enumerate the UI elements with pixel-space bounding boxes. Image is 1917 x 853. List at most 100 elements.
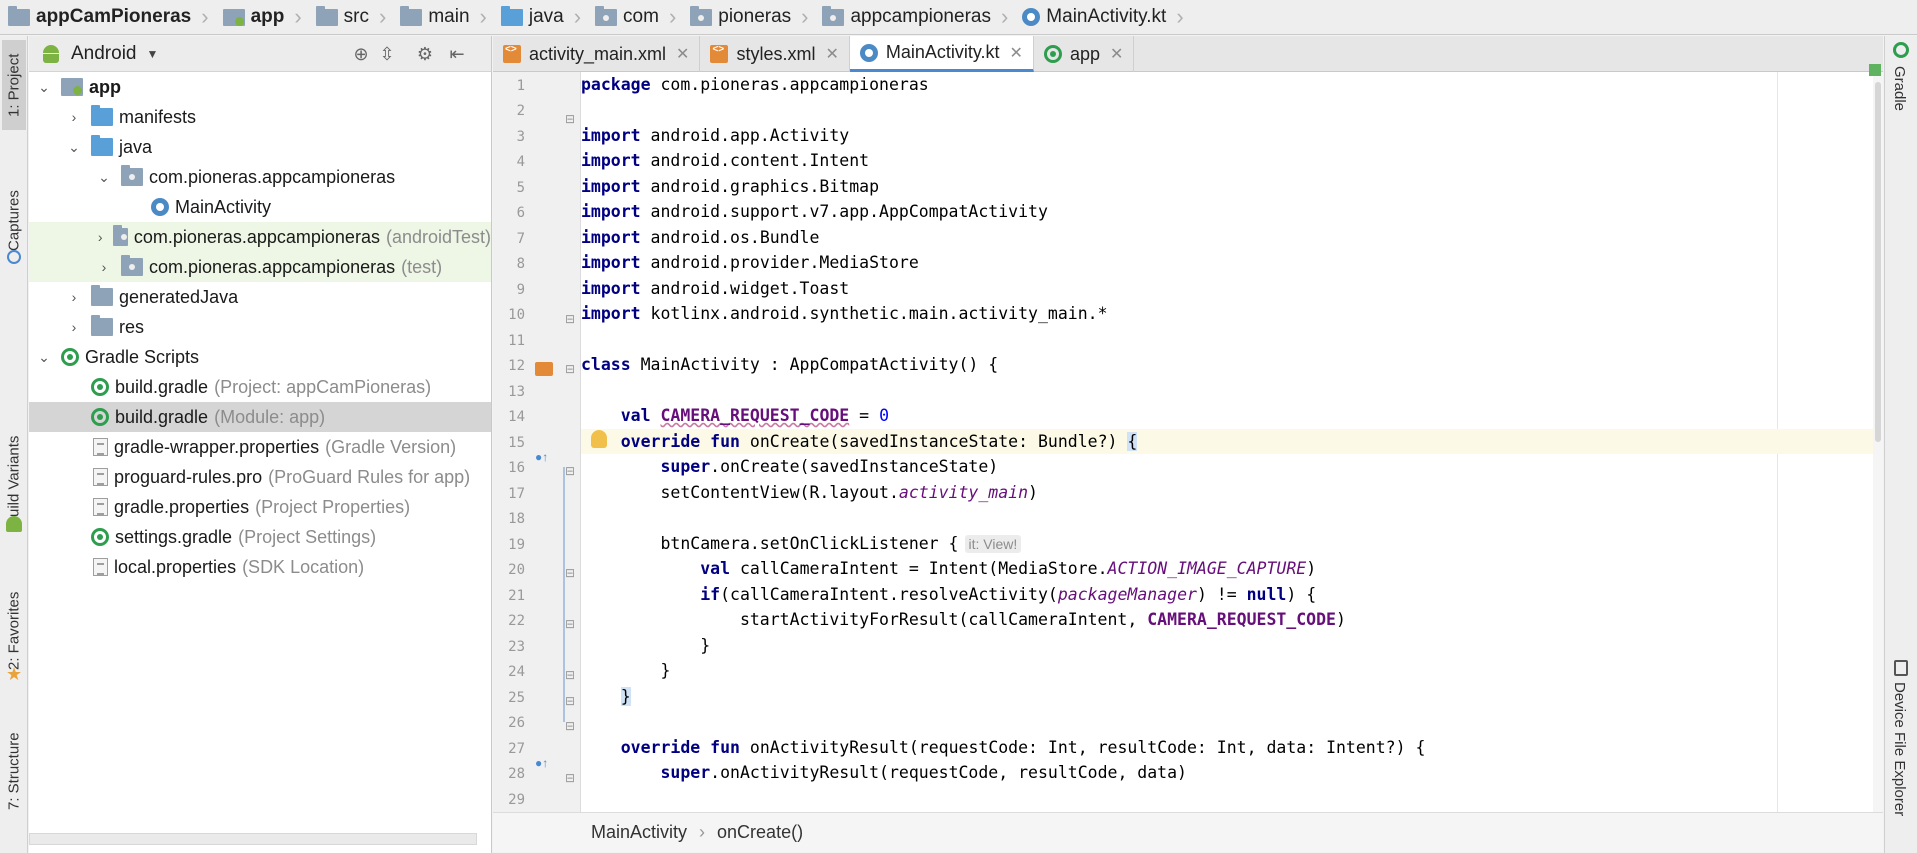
- tree-item-package-test[interactable]: › com.pioneras.appcampioneras (test): [29, 252, 491, 282]
- tree-item-package-main[interactable]: ⌄ com.pioneras.appcampioneras: [29, 162, 491, 192]
- fold-icon[interactable]: ⊟: [565, 668, 575, 682]
- tree-item-label: gradle-wrapper.properties: [114, 436, 320, 457]
- parameter-hint: it: View!: [964, 535, 1022, 553]
- resource-folder-icon: [91, 315, 113, 336]
- line-number: 10: [508, 307, 525, 323]
- tree-item-generatedjava[interactable]: › generatedJava: [29, 282, 491, 312]
- tree-item-mainactivity[interactable]: MainActivity: [29, 192, 491, 222]
- nav-crumb-com[interactable]: com ›: [587, 0, 682, 34]
- fold-icon[interactable]: ⊟: [565, 771, 575, 785]
- fold-icon[interactable]: ⊟: [565, 694, 575, 708]
- layout-file-icon[interactable]: [535, 362, 553, 376]
- fold-icon[interactable]: ⊟: [565, 719, 575, 733]
- tree-item-app[interactable]: ⌄ app: [29, 72, 491, 102]
- chevron-right-icon[interactable]: ›: [63, 289, 85, 305]
- tree-item-proguard[interactable]: proguard-rules.pro (ProGuard Rules for a…: [29, 462, 491, 492]
- tool-tab-label: Device File Explorer: [1891, 682, 1908, 817]
- favorites-star-icon: ★: [6, 664, 23, 684]
- line-number: 9: [516, 282, 525, 298]
- nav-crumb-app[interactable]: app ›: [215, 0, 308, 34]
- project-horizontal-scrollbar[interactable]: [29, 833, 477, 845]
- code-line: super.onCreate(savedInstanceState): [660, 457, 999, 476]
- tree-item-gradle-properties[interactable]: gradle.properties (Project Properties): [29, 492, 491, 522]
- tree-item-manifests[interactable]: › manifests: [29, 102, 491, 132]
- tool-tab-device-file-explorer[interactable]: Device File Explorer: [1891, 682, 1908, 816]
- override-marker-icon[interactable]: ●↑: [535, 756, 548, 770]
- tab-mainactivity-kt[interactable]: MainActivity.kt ✕: [849, 36, 1034, 72]
- close-icon[interactable]: ✕: [825, 44, 838, 64]
- nav-crumb-label: app: [250, 6, 285, 27]
- tree-item-hint: (ProGuard Rules for app): [268, 466, 471, 487]
- close-icon[interactable]: ✕: [1010, 43, 1023, 63]
- tree-item-local-properties[interactable]: local.properties (SDK Location): [29, 552, 491, 582]
- scroll-from-source-icon[interactable]: ⊕: [351, 44, 371, 64]
- chevron-down-icon[interactable]: ⌄: [33, 79, 55, 96]
- tool-tab-build-variants[interactable]: Build Variants: [2, 406, 26, 556]
- tree-item-hint: (SDK Location): [242, 556, 365, 577]
- chevron-down-icon[interactable]: ▼: [147, 47, 159, 61]
- chevron-right-icon[interactable]: ›: [63, 319, 85, 335]
- override-marker-icon[interactable]: ●↑: [535, 450, 548, 464]
- gradle-icon: [91, 528, 109, 546]
- tab-activity-main-xml[interactable]: activity_main.xml ✕: [493, 36, 701, 72]
- nav-crumb-main[interactable]: main ›: [392, 0, 493, 34]
- tab-styles-xml[interactable]: styles.xml ✕: [700, 36, 850, 72]
- line-number: 15: [508, 435, 525, 451]
- collapse-all-icon[interactable]: ⇳: [377, 44, 397, 64]
- nav-crumb-project[interactable]: appCamPioneras ›: [0, 0, 215, 34]
- editor-gutter[interactable]: 1 2 3 4 5 6 7 8 9 10 11 12 13 14 15 16 1…: [493, 72, 581, 812]
- line-number: 29: [508, 792, 525, 808]
- chevron-down-icon[interactable]: ⌄: [63, 139, 85, 156]
- nav-crumb-src[interactable]: src ›: [308, 0, 393, 34]
- tree-item-res[interactable]: › res: [29, 312, 491, 342]
- lightbulb-icon[interactable]: [591, 430, 607, 448]
- tab-app[interactable]: app ✕: [1034, 36, 1135, 72]
- scroll-thumb[interactable]: [1875, 82, 1881, 442]
- tree-item-java[interactable]: ⌄ java: [29, 132, 491, 162]
- nav-crumb-pioneras[interactable]: pioneras ›: [682, 0, 814, 34]
- close-icon[interactable]: ✕: [1110, 44, 1123, 64]
- code-editor[interactable]: 1 2 3 4 5 6 7 8 9 10 11 12 13 14 15 16 1…: [493, 64, 1883, 812]
- chevron-right-icon[interactable]: ›: [93, 259, 115, 275]
- tree-item-settings-gradle[interactable]: settings.gradle (Project Settings): [29, 522, 491, 552]
- code-line: import android.widget.Toast: [581, 279, 850, 298]
- fold-icon[interactable]: ⊟: [565, 362, 575, 376]
- fold-icon[interactable]: ⊟: [565, 617, 575, 631]
- chevron-right-icon: ›: [294, 4, 302, 29]
- close-icon[interactable]: ✕: [676, 44, 689, 64]
- tool-tab-gradle[interactable]: Gradle: [1891, 66, 1908, 111]
- breadcrumb-class[interactable]: MainActivity: [591, 822, 687, 843]
- tool-tab-project[interactable]: 1: Project: [2, 40, 26, 130]
- nav-crumb-mainactivity[interactable]: MainActivity.kt ›: [1014, 0, 1189, 34]
- tool-tab-label: 1: Project: [5, 53, 23, 117]
- editor-vertical-scrollbar[interactable]: [1869, 64, 1883, 812]
- code-line-current: override fun onCreate(savedInstanceState…: [581, 429, 1883, 454]
- chevron-right-icon[interactable]: ›: [93, 229, 107, 245]
- nav-crumb-java[interactable]: java ›: [493, 0, 587, 34]
- chevron-down-icon[interactable]: ⌄: [33, 349, 55, 366]
- breadcrumb-method[interactable]: onCreate(): [717, 822, 803, 843]
- package-icon: [595, 5, 618, 26]
- tree-item-build-gradle-module[interactable]: build.gradle (Module: app): [29, 402, 491, 432]
- fold-icon[interactable]: ⊟: [565, 112, 575, 126]
- project-panel: Android ▼ ⊕ ⇳ ⚙ ⇤ ⌄ app › manifests ⌄ ja…: [29, 36, 492, 853]
- line-number: 23: [508, 639, 525, 655]
- tree-item-build-gradle-project[interactable]: build.gradle (Project: appCamPioneras): [29, 372, 491, 402]
- project-view-selector[interactable]: Android: [71, 43, 137, 65]
- nav-crumb-appcampioneras[interactable]: appcampioneras ›: [814, 0, 1014, 34]
- fold-icon[interactable]: ⊟: [565, 566, 575, 580]
- chevron-right-icon[interactable]: ›: [63, 109, 85, 125]
- code-area[interactable]: package com.pioneras.appcampioneras impo…: [581, 72, 1883, 812]
- fold-icon[interactable]: ⊟: [565, 312, 575, 326]
- chevron-down-icon[interactable]: ⌄: [93, 169, 115, 186]
- tree-item-package-androidtest[interactable]: › com.pioneras.appcampioneras (androidTe…: [29, 222, 491, 252]
- fold-icon[interactable]: ⊟: [565, 464, 575, 478]
- tree-item-gradle-wrapper[interactable]: gradle-wrapper.properties (Gradle Versio…: [29, 432, 491, 462]
- right-tool-stripe: Gradle Device File Explorer: [1884, 36, 1917, 853]
- gear-icon[interactable]: ⚙: [415, 44, 435, 64]
- gradle-icon: [91, 378, 109, 396]
- tool-tab-label: 7: Structure: [5, 732, 23, 810]
- tool-tab-structure[interactable]: 7: Structure: [2, 716, 26, 826]
- hide-panel-icon[interactable]: ⇤: [447, 44, 467, 64]
- tree-item-gradle-scripts[interactable]: ⌄ Gradle Scripts: [29, 342, 491, 372]
